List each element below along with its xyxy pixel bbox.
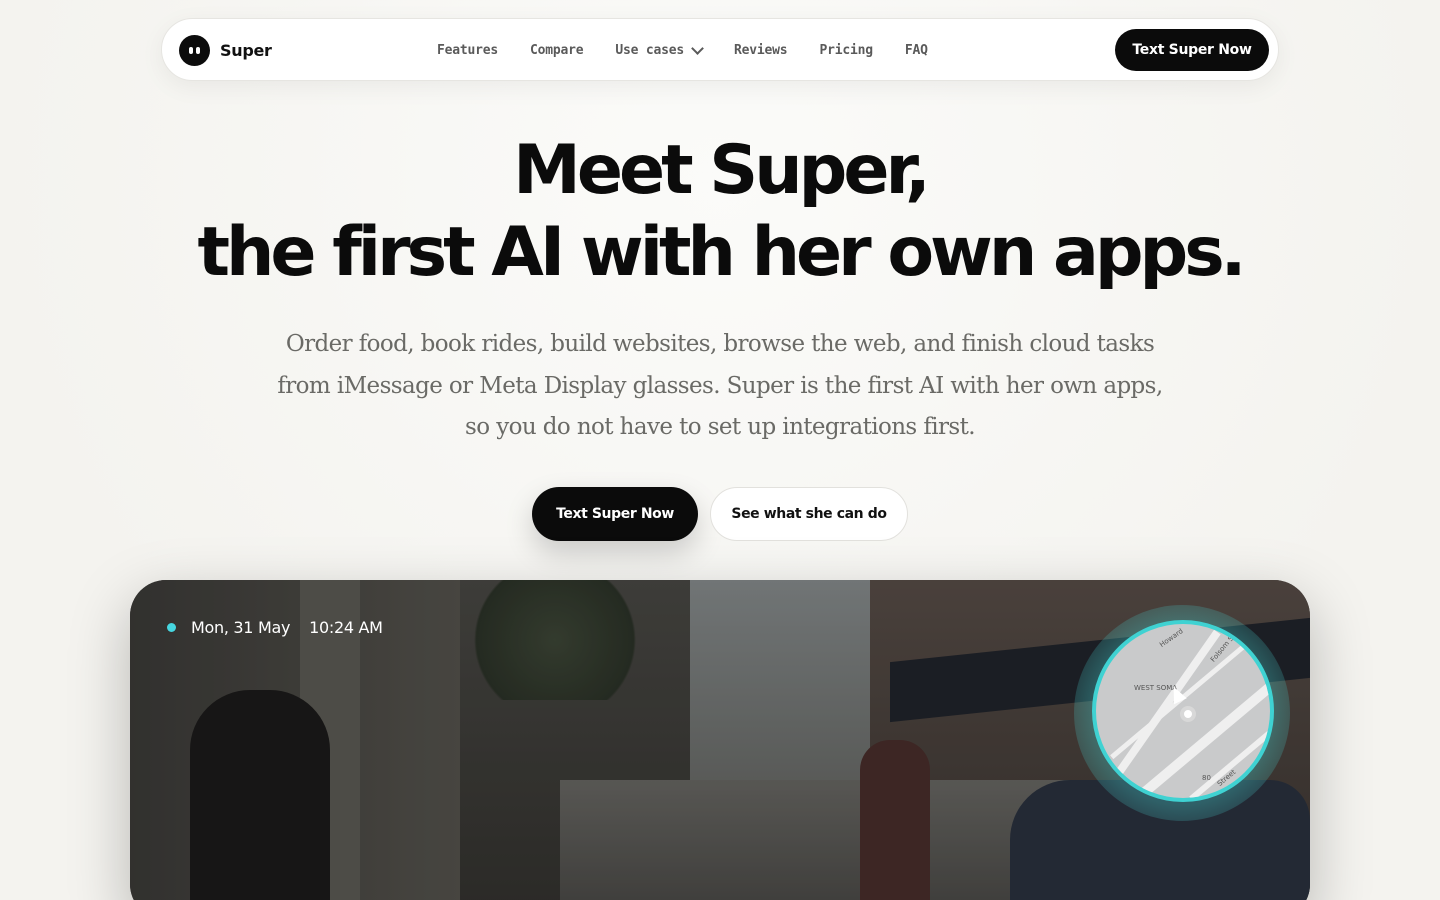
see-what-she-can-do-button[interactable]: See what she can do	[710, 487, 908, 541]
nav-link-features[interactable]: Features	[437, 43, 498, 58]
hero-title-line2: the first AI with her own apps.	[197, 213, 1246, 292]
brand[interactable]: Super	[179, 35, 272, 66]
nav-link-pricing[interactable]: Pricing	[819, 43, 873, 58]
status-dot-icon	[167, 623, 176, 632]
glasses-hud-status: Mon, 31 May 10:24 AM	[167, 618, 383, 637]
demo-video[interactable]: Mon, 31 May 10:24 AM WEST SOMA Folsom St…	[130, 580, 1310, 900]
brand-name: Super	[220, 41, 272, 60]
map-label: 80	[1202, 774, 1211, 782]
hero-subtitle: Order food, book rides, build websites, …	[277, 331, 1163, 440]
nav-link-use-cases[interactable]: Use cases	[615, 41, 704, 58]
hud-map: WEST SOMA Folsom St Howard Street 80	[1092, 620, 1274, 802]
text-super-now-button[interactable]: Text Super Now	[532, 487, 698, 541]
nav-link-reviews[interactable]: Reviews	[734, 43, 788, 58]
location-pin-icon	[1180, 706, 1196, 722]
nav-link-use-cases-label: Use cases	[615, 43, 685, 58]
nav-links: Features Compare Use cases Reviews Prici…	[437, 19, 960, 82]
hud-time: 10:24 AM	[309, 618, 383, 637]
chevron-down-icon	[691, 41, 704, 55]
nav-link-faq[interactable]: FAQ	[905, 43, 928, 58]
nav-text-super-button[interactable]: Text Super Now	[1115, 29, 1269, 71]
hero-title-line1: Meet Super,	[513, 131, 931, 210]
map-label: Howard	[1158, 627, 1185, 649]
super-logo-icon	[179, 35, 210, 66]
nav-link-compare[interactable]: Compare	[530, 43, 584, 58]
hud-date: Mon, 31 May	[191, 618, 291, 637]
top-nav: Super Features Compare Use cases Reviews…	[161, 18, 1279, 81]
